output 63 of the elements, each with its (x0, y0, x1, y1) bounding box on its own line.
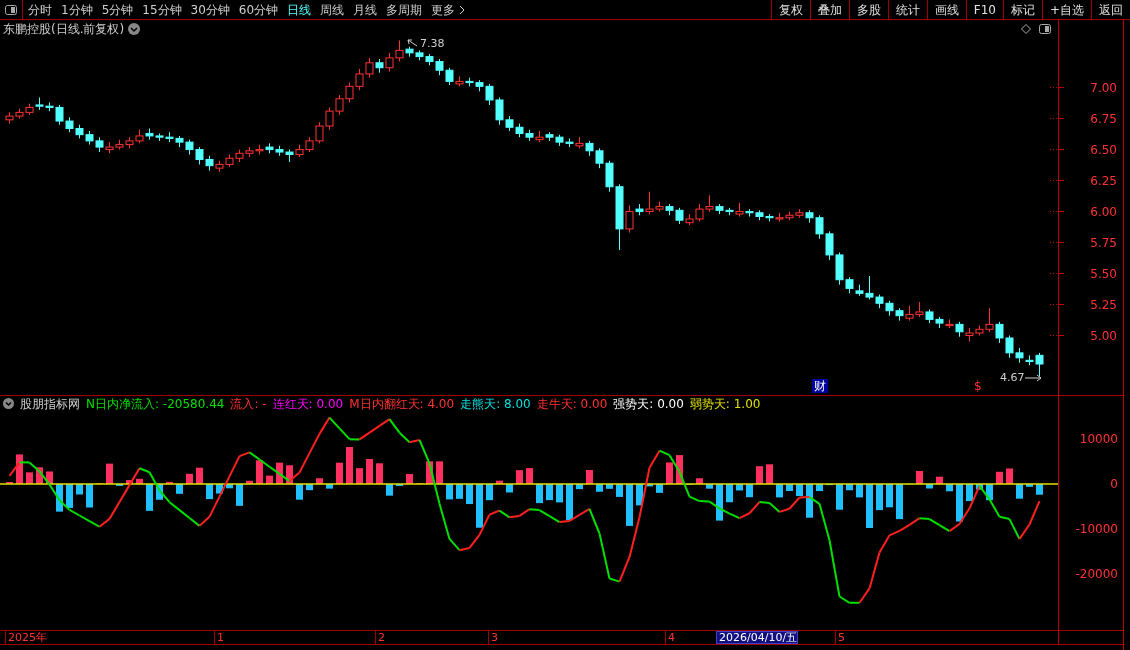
high-price-label: 7.38 (420, 36, 445, 52)
time-axis-label: 1 (214, 631, 224, 644)
dropdown-icon[interactable] (128, 23, 141, 35)
period-tab[interactable]: 日线 (287, 0, 312, 19)
indicator-axis-label: 10000 (1079, 432, 1118, 446)
indicator-value: 走熊天: 8.00 (460, 395, 531, 413)
dropdown-icon[interactable] (3, 398, 14, 409)
arrow-icon (406, 39, 418, 47)
indicator-axis-label: -10000 (1075, 522, 1118, 536)
period-tab[interactable]: 月线 (353, 0, 378, 19)
low-price-label: 4.67 (1000, 370, 1025, 386)
event-marker[interactable]: 财 (812, 379, 828, 393)
toolbar-button[interactable]: +自选 (1041, 0, 1091, 19)
toolbar-button[interactable]: 多股 (848, 0, 888, 19)
price-axis-label: 6.75 (1090, 111, 1117, 126)
time-axis-label: 2026/04/10/五 (716, 631, 799, 644)
time-axis-label: 2025年 (5, 631, 47, 644)
period-tab[interactable]: 分时 (28, 0, 52, 19)
period-tab[interactable]: 30分钟 (190, 0, 230, 19)
indicator-value: 强势天: 0.00 (613, 395, 684, 413)
panel-toggle-icon[interactable] (1039, 24, 1051, 34)
time-axis-label: 3 (488, 631, 498, 644)
toolbar-button[interactable]: 统计 (887, 0, 927, 19)
indicator-value: M日内翻红天: 4.00 (349, 395, 455, 413)
candlestick (625, 204, 634, 234)
period-tab[interactable]: 60分钟 (238, 0, 279, 19)
price-axis-label: 5.75 (1090, 235, 1117, 250)
time-axis-label: 4 (665, 631, 675, 644)
event-marker[interactable]: $ (972, 379, 984, 393)
indicator-value: 流入: - (230, 395, 267, 413)
panel-toggle-icon[interactable] (5, 4, 17, 15)
toolbar-button[interactable]: 复权 (770, 0, 810, 19)
indicator-name: 股朋指标网 (20, 395, 80, 413)
price-axis-label: 5.00 (1090, 328, 1117, 343)
period-tab[interactable]: 15分钟 (142, 0, 182, 19)
price-axis-label: 5.25 (1090, 297, 1117, 312)
toolbar-button[interactable]: 标记 (1002, 0, 1042, 19)
toolbar-button[interactable]: 叠加 (809, 0, 849, 19)
indicator-value: 弱势天: 1.00 (689, 395, 761, 413)
indicator-value: 走牛天: 0.00 (536, 395, 608, 413)
period-tab[interactable]: 5分钟 (101, 0, 134, 19)
period-tab[interactable]: 周线 (320, 0, 345, 19)
toolbar-button[interactable]: 画线 (926, 0, 966, 19)
price-axis-label: 6.50 (1090, 142, 1117, 157)
toolbar-button[interactable]: 返回 (1091, 0, 1130, 19)
toolbar-button[interactable]: F10 (965, 0, 1003, 19)
time-axis-label: 5 (835, 631, 845, 644)
price-axis-label: 5.50 (1090, 266, 1117, 281)
indicator-value: N日内净流入: -20580.44 (86, 395, 225, 413)
more-button[interactable]: 更多 (431, 0, 466, 19)
period-tab[interactable]: 多周期 (386, 0, 423, 19)
chevron-right-icon (459, 4, 466, 15)
indicator-value: 连红天: 0.00 (272, 395, 344, 413)
price-axis-label: 6.25 (1090, 173, 1117, 188)
time-axis-label: 2 (375, 631, 385, 644)
period-tab[interactable]: 1分钟 (61, 0, 93, 19)
diamond-icon[interactable] (1021, 24, 1031, 34)
price-axis-label: 7.00 (1090, 80, 1117, 95)
indicator-axis-label: 0 (1110, 477, 1118, 491)
stock-title: 东鹏控股(日线.前复权) (3, 21, 125, 38)
price-axis-label: 6.00 (1090, 204, 1117, 219)
arrow-icon (1025, 374, 1043, 382)
indicator-axis-label: -20000 (1075, 567, 1118, 581)
